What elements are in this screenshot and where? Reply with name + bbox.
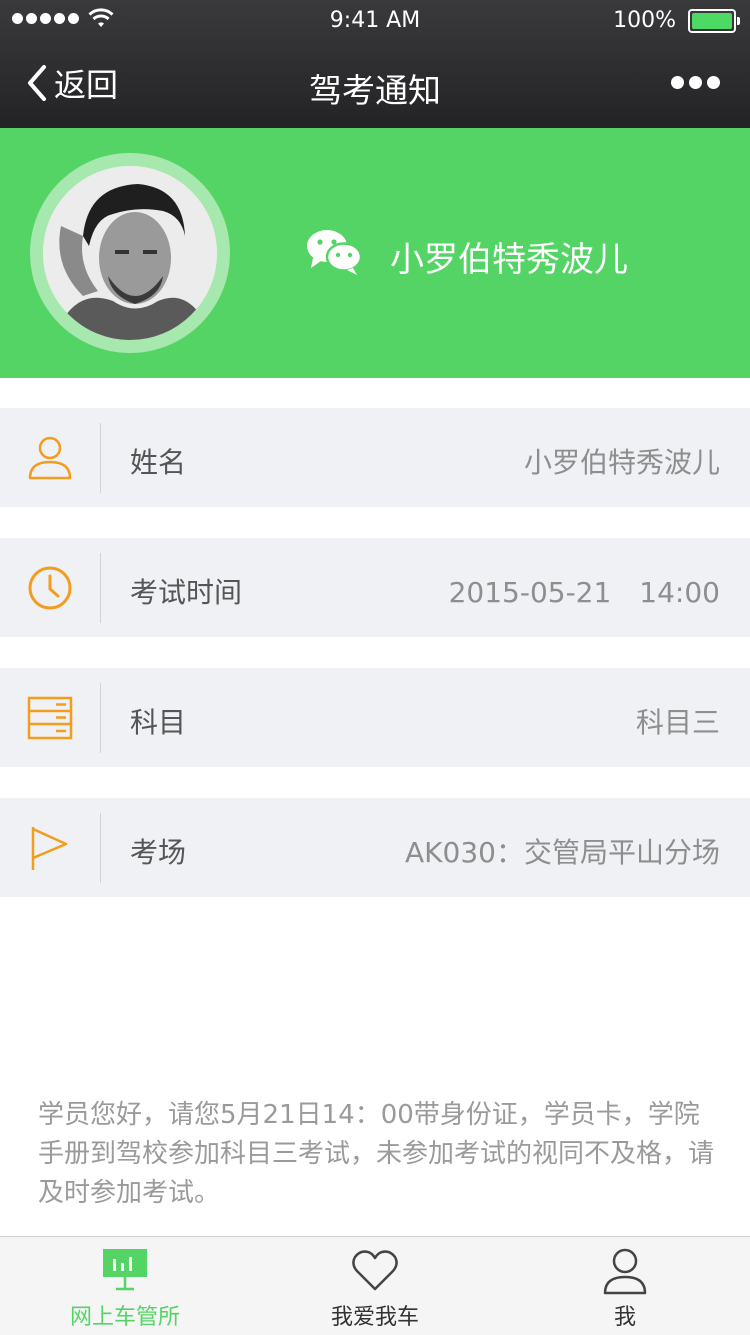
row-divider <box>100 423 101 493</box>
avatar-ring <box>30 153 230 353</box>
dashboard-icon <box>103 1249 147 1291</box>
row-label: 科目 <box>130 706 187 739</box>
row-label: 姓名 <box>130 446 187 479</box>
wechat-icon <box>307 230 363 275</box>
row-value: AK030：交管局平山分场 <box>405 836 720 869</box>
tab-my-car[interactable]: 我爱我车 <box>250 1237 500 1335</box>
tab-me[interactable]: 我 <box>500 1237 750 1335</box>
row-divider <box>100 813 101 883</box>
notice-text: 学员您好，请您5月21日14：00带身份证，学员卡，学院手册到驾校参加科目三考试… <box>38 1100 715 1208</box>
battery-icon <box>688 9 740 33</box>
info-row-name: 姓名 小罗伯特秀波儿 <box>0 408 750 507</box>
avatar-image <box>43 166 217 340</box>
heart-icon <box>352 1250 398 1291</box>
row-label: 考场 <box>130 836 187 869</box>
info-row-subject: 科目 科目三 <box>0 668 750 767</box>
clock-icon <box>28 566 72 610</box>
list-icon <box>27 696 73 740</box>
person-icon <box>603 1248 647 1295</box>
profile-name: 小罗伯特秀波儿 <box>390 240 628 280</box>
user-icon <box>28 436 72 480</box>
row-value: 2015-05-21 14:00 <box>448 576 720 609</box>
nav-bar: 返回 驾考通知 <box>0 40 750 128</box>
tab-label: 网上车管所 <box>69 1305 180 1330</box>
profile-header: 小罗伯特秀波儿 <box>0 128 750 378</box>
tab-label: 我爱我车 <box>330 1305 419 1330</box>
info-row-exam-time: 考试时间 2015-05-21 14:00 <box>0 538 750 637</box>
more-icon <box>671 76 684 89</box>
tab-online-vehicle-office[interactable]: 网上车管所 <box>0 1237 250 1335</box>
row-label: 考试时间 <box>130 576 243 609</box>
row-divider <box>100 683 101 753</box>
row-value: 小罗伯特秀波儿 <box>523 446 720 479</box>
info-row-venue: 考场 AK030：交管局平山分场 <box>0 798 750 897</box>
tab-label: 我 <box>613 1305 636 1330</box>
more-button[interactable] <box>671 76 720 89</box>
status-bar: 9:41 AM 100% <box>0 0 750 40</box>
row-divider <box>100 553 101 623</box>
page-title: 驾考通知 <box>309 71 441 110</box>
battery-percent: 100% <box>613 8 676 33</box>
flag-icon <box>31 827 68 870</box>
avatar[interactable] <box>43 166 217 340</box>
row-value: 科目三 <box>635 706 720 739</box>
top-bar: 9:41 AM 100% 返回 驾考通知 <box>0 0 750 128</box>
tab-bar: 网上车管所 我爱我车 我 <box>0 1236 750 1335</box>
